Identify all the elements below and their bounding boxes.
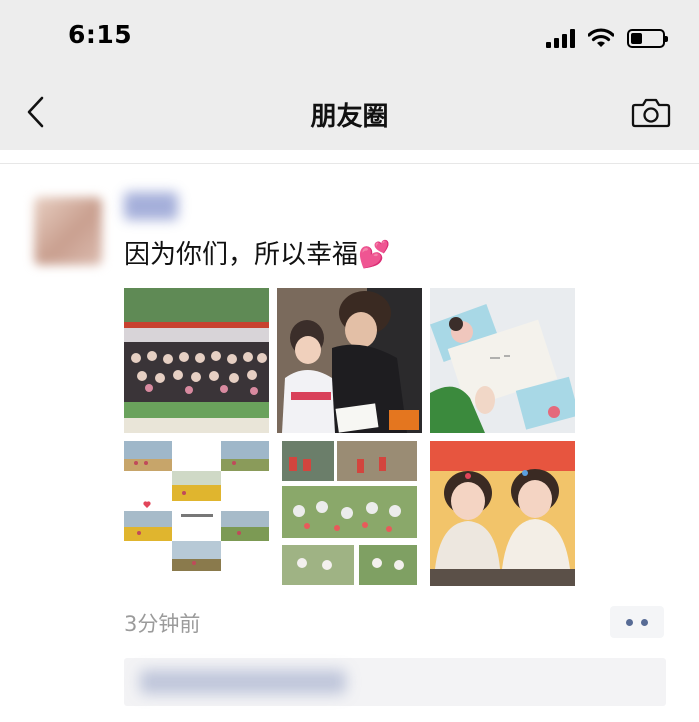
camera-icon[interactable]	[631, 95, 671, 129]
more-dots-icon[interactable]	[610, 606, 664, 638]
username-blurred[interactable]	[124, 192, 178, 220]
photo-4[interactable]	[124, 441, 269, 586]
signal-icon	[546, 28, 575, 48]
photo-6[interactable]	[430, 441, 575, 586]
photo-2[interactable]	[277, 288, 422, 433]
status-icons	[546, 26, 668, 50]
page-title: 朋友圈	[310, 102, 389, 132]
battery-icon	[627, 28, 668, 48]
post-text: 因为你们，所以幸福💕	[124, 240, 391, 270]
status-time: 6:15	[68, 20, 133, 49]
photo-5[interactable]	[277, 441, 422, 586]
photo-3[interactable]	[430, 288, 575, 433]
wifi-icon	[588, 28, 614, 47]
header: 6:15 朋友圈	[0, 0, 699, 150]
photo-1[interactable]	[124, 288, 269, 433]
avatar[interactable]	[34, 197, 102, 265]
post-time: 3分钟前	[124, 612, 201, 636]
photo-grid	[124, 288, 575, 586]
header-divider	[0, 163, 699, 164]
likes-blurred	[140, 670, 346, 694]
